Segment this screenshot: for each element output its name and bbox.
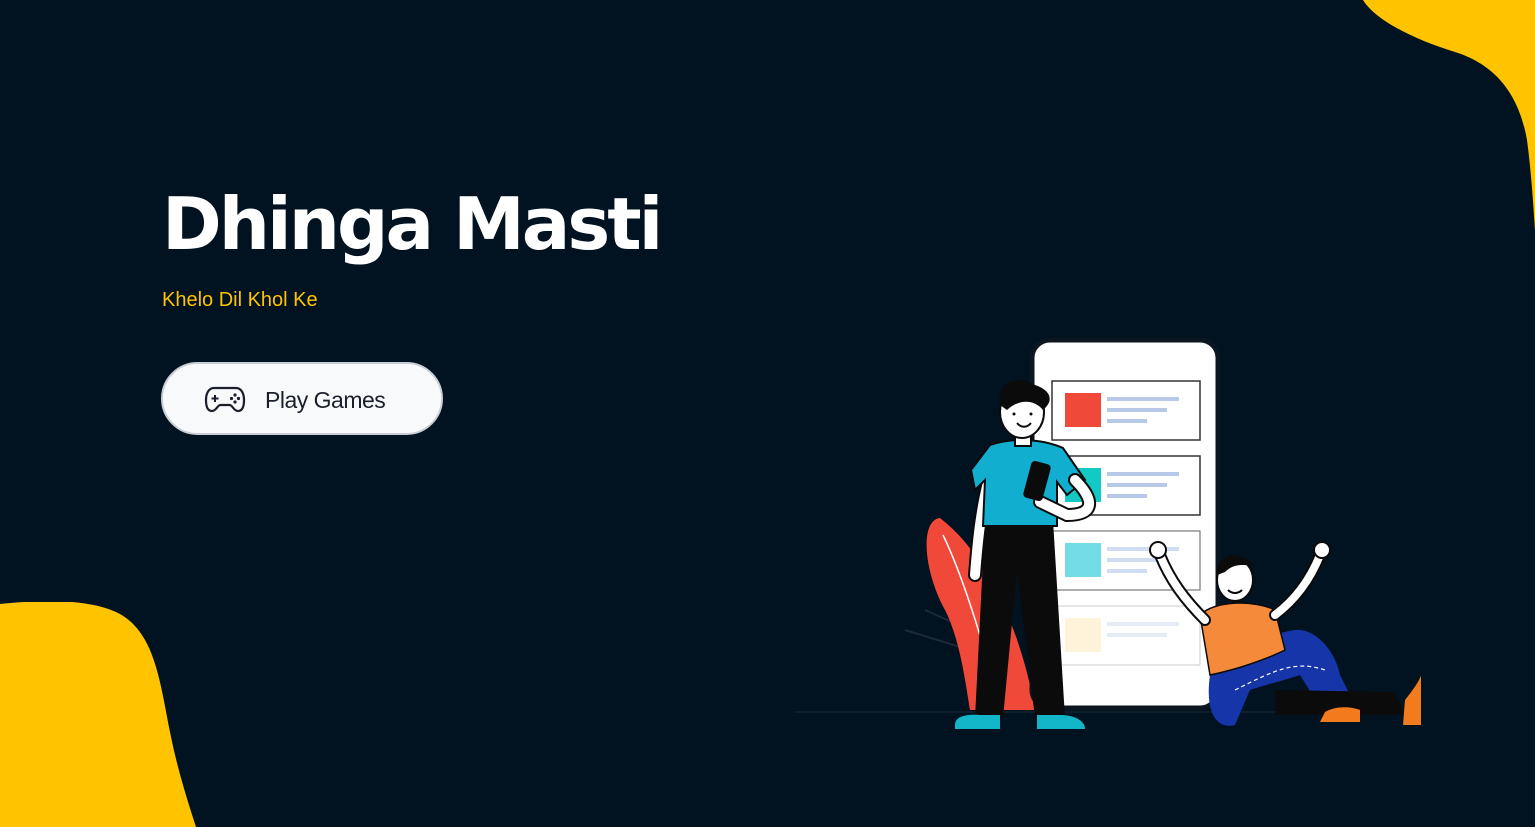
page-title: Dhinga Masti [162, 182, 663, 266]
tagline: Khelo Dil Khol Ke [162, 289, 318, 311]
decorative-blob-top-right [1363, 0, 1535, 230]
people-with-phone-illustration [795, 337, 1421, 729]
play-games-button[interactable]: Play Games [161, 362, 443, 435]
gamepad-icon [204, 386, 246, 413]
decorative-blob-bottom-left [0, 602, 196, 827]
landing-page: Dhinga Masti Khelo Dil Khol Ke Play Game… [0, 0, 1535, 827]
play-games-label: Play Games [265, 387, 386, 413]
hero-section: Dhinga Masti Khelo Dil Khol Ke [162, 180, 663, 312]
